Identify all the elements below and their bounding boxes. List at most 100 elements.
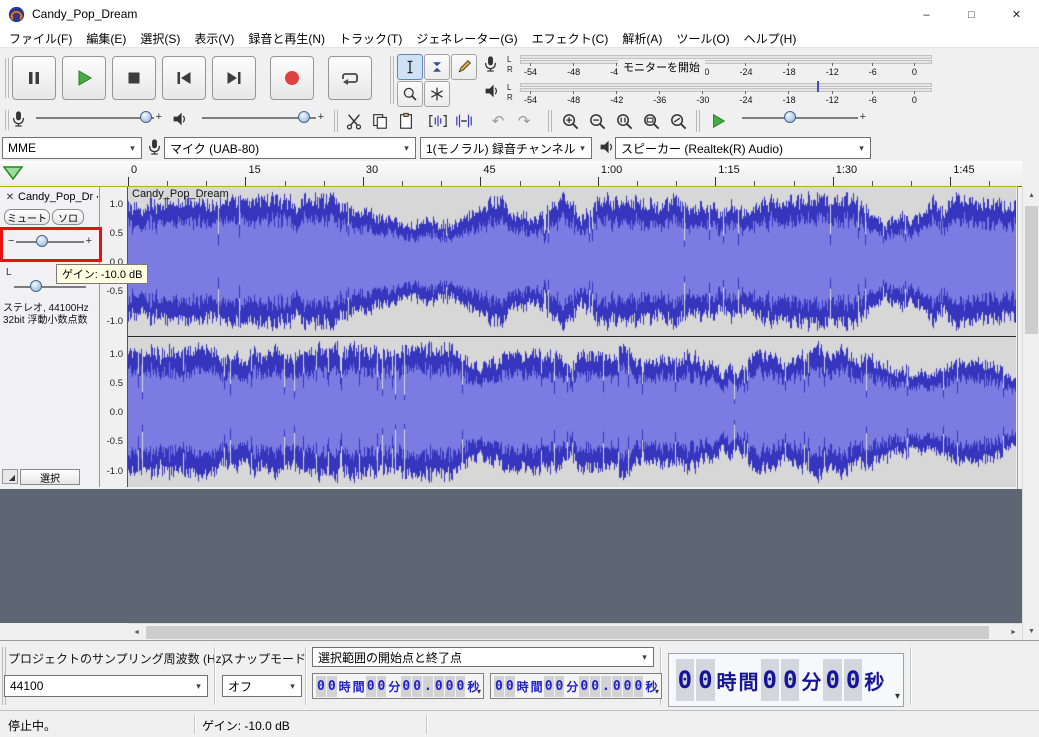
selection-range-mode-value: 選択範囲の開始点と終了点	[318, 650, 463, 665]
recording-channels-select[interactable]: 1(モノラル) 録音チャンネル ▾	[420, 137, 592, 159]
amplitude-ruler[interactable]: 1.0 0.5 0.0 -0.5 -1.0 1.0 0.5 0.0 -0.5 -1.0	[100, 187, 128, 487]
pinned-play-head-button[interactable]	[2, 166, 24, 182]
multi-tool-button[interactable]	[424, 81, 450, 107]
slider-thumb[interactable]	[298, 111, 310, 123]
gain-slider[interactable]: − +	[8, 234, 92, 250]
timeline-label: 1:00	[600, 164, 623, 176]
menu-item[interactable]: 録音と再生(N)	[241, 28, 332, 49]
meter-bar	[520, 55, 932, 59]
pan-slider-thumb[interactable]	[30, 280, 42, 292]
timeline-scale[interactable]: 0 15 30 45 1:00 1:15 1:30 1:45	[128, 161, 1016, 186]
menu-item[interactable]: ツール(O)	[669, 28, 736, 49]
recording-volume-slider[interactable]: +	[28, 110, 162, 126]
horizontal-scrollbar-thumb[interactable]	[146, 626, 989, 639]
toolbar-grip[interactable]	[548, 110, 552, 132]
playback-meter[interactable]: L R -54 -48 -42 -36 -30 -24 -18 -12 -6 0	[482, 80, 936, 107]
waveform-display[interactable]: Candy_Pop_Dream	[128, 187, 1016, 487]
silence-audio-button[interactable]	[452, 109, 476, 133]
zoom-out-button[interactable]	[585, 109, 609, 133]
time-char: 0	[455, 675, 466, 697]
vertical-scrollbar[interactable]: ▲ ▼	[1022, 187, 1039, 640]
pause-button[interactable]	[12, 56, 56, 100]
meter-scale-tick: -54	[524, 63, 538, 77]
menu-item[interactable]: 解析(A)	[615, 28, 669, 49]
recording-meter[interactable]: L R -54-48-42-36-30-24-18-12-60 モニターを開始	[482, 52, 936, 79]
scroll-left-arrow[interactable]: ◄	[128, 624, 145, 641]
gain-slider-thumb[interactable]	[36, 235, 48, 247]
toolbar-grip[interactable]	[696, 110, 700, 132]
recording-device-value: マイク (UAB-80)	[170, 141, 260, 156]
copy-button[interactable]	[368, 109, 392, 133]
track-collapse-button[interactable]: ◢	[2, 469, 18, 484]
scroll-down-arrow[interactable]: ▼	[1023, 623, 1039, 640]
menu-item[interactable]: エフェクト(C)	[525, 28, 616, 49]
maximize-button[interactable]: □	[949, 0, 994, 29]
menu-item[interactable]: 選択(S)	[133, 28, 187, 49]
amplitude-label: 0.5	[109, 228, 123, 240]
menu-item[interactable]: ジェネレーター(G)	[409, 28, 524, 49]
slider-thumb[interactable]	[784, 111, 796, 123]
skip-to-start-button[interactable]	[162, 56, 206, 100]
monitor-start-label[interactable]: モニターを開始	[618, 59, 705, 75]
waveform-right-channel[interactable]	[128, 337, 1016, 487]
selection-range-mode-select[interactable]: 選択範囲の開始点と終了点 ▾	[312, 647, 654, 667]
loop-button[interactable]	[328, 56, 372, 100]
menu-item[interactable]: ファイル(F)	[2, 28, 79, 49]
toolbar-grip[interactable]	[5, 58, 9, 98]
menu-item[interactable]: トラック(T)	[332, 28, 409, 49]
audio-host-select[interactable]: MME ▾	[2, 137, 142, 159]
play-speed-slider[interactable]: +	[734, 110, 866, 126]
undo-button[interactable]: ↶	[486, 109, 510, 133]
toolbar-grip[interactable]	[334, 110, 338, 132]
track-name-menu[interactable]: Candy_Pop_Dr▼	[18, 191, 98, 203]
playback-meter-bars	[520, 83, 932, 93]
skip-to-end-button[interactable]	[212, 56, 256, 100]
playback-device-select[interactable]: スピーカー (Realtek(R) Audio) ▾	[615, 137, 871, 159]
mute-button[interactable]: ミュート	[4, 209, 50, 225]
scroll-right-arrow[interactable]: ►	[1005, 624, 1022, 641]
track-select-button[interactable]: 選択	[20, 469, 80, 485]
amplitude-label: 0.5	[109, 378, 123, 390]
toolbar-grip[interactable]	[5, 110, 9, 130]
zoom-in-button[interactable]	[558, 109, 582, 133]
paste-button[interactable]	[394, 109, 418, 133]
stop-button[interactable]	[112, 56, 156, 100]
close-button[interactable]: ✕	[994, 0, 1039, 29]
timeline-ruler[interactable]: 0 15 30 45 1:00 1:15 1:30 1:45	[0, 161, 1022, 187]
slider-track	[16, 241, 84, 243]
fit-selection-button[interactable]	[612, 109, 636, 133]
sample-rate-select[interactable]: 44100 ▾	[4, 675, 208, 697]
menu-item[interactable]: ヘルプ(H)	[737, 28, 804, 49]
audio-position-display[interactable]: 00時間00分00秒 ▾	[668, 653, 904, 707]
redo-button[interactable]: ↷	[512, 109, 536, 133]
menu-item[interactable]: 表示(V)	[187, 28, 241, 49]
minimize-button[interactable]: –	[904, 0, 949, 29]
vertical-scrollbar-thumb[interactable]	[1025, 206, 1038, 334]
fit-project-button[interactable]	[639, 109, 663, 133]
snap-mode-select[interactable]: オフ ▾	[222, 675, 302, 697]
slider-thumb[interactable]	[140, 111, 152, 123]
timeline-tick	[832, 177, 834, 186]
solo-button[interactable]: ソロ	[52, 209, 84, 225]
selection-tool-button[interactable]	[397, 54, 423, 80]
menu-item[interactable]: 編集(E)	[79, 28, 133, 49]
draw-tool-button[interactable]	[451, 54, 477, 80]
cut-button[interactable]	[342, 109, 366, 133]
horizontal-scrollbar[interactable]: ◄ ►	[128, 623, 1022, 640]
selection-start-field[interactable]: 00時間00分00.000秒 ▾	[312, 673, 484, 699]
selection-end-field[interactable]: 00時間00分00.000秒 ▾	[490, 673, 662, 699]
track-close-button[interactable]: ✕	[3, 190, 17, 204]
play-button[interactable]	[62, 56, 106, 100]
envelope-tool-button[interactable]	[424, 54, 450, 80]
zoom-tool-button[interactable]	[397, 81, 423, 107]
waveform-left-channel[interactable]	[128, 187, 1016, 336]
play-at-speed-button[interactable]	[706, 109, 730, 133]
record-button[interactable]	[270, 56, 314, 100]
scroll-up-arrow[interactable]: ▲	[1023, 187, 1039, 204]
recording-device-select[interactable]: マイク (UAB-80) ▾	[164, 137, 416, 159]
trim-audio-button[interactable]	[426, 109, 450, 133]
zoom-toggle-button[interactable]	[666, 109, 690, 133]
playback-volume-slider[interactable]: +	[194, 110, 324, 126]
toolbar-grip[interactable]	[390, 56, 394, 104]
track: ✕ Candy_Pop_Dr▼ ミュート ソロ − + L R ステレオ, 44…	[0, 186, 1018, 490]
